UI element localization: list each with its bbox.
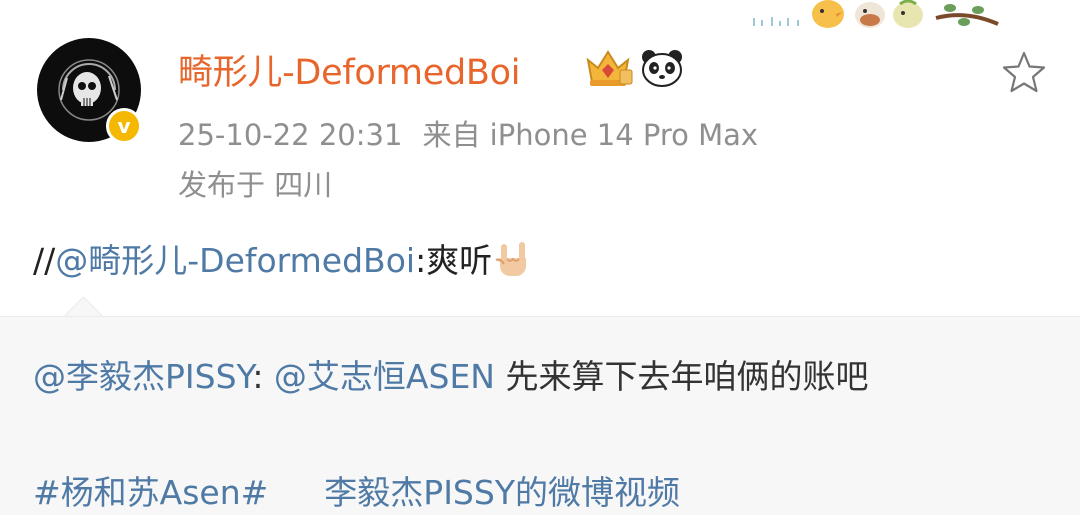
rock-hand-emoji-icon: [495, 242, 527, 276]
quoted-author-link[interactable]: @李毅杰PISSY: [33, 357, 252, 396]
post-timestamp: 25-10-22 20:31: [178, 118, 403, 152]
repost-text: //@畸形儿-DeformedBoi:爽听: [33, 234, 532, 282]
username[interactable]: 畸形儿-DeformedBoi: [178, 44, 520, 95]
favorite-star-icon[interactable]: [1000, 50, 1048, 94]
quoted-body: 先来算下去年咱俩的账吧: [494, 357, 869, 396]
panda-icon: [642, 50, 682, 87]
repost-comment: :爽听: [415, 241, 493, 280]
post-location: 发布于 四川: [178, 168, 333, 202]
quoted-target-mention-link[interactable]: @艾志恒ASEN: [274, 357, 495, 396]
post-source: 来自 iPhone 14 Pro Max: [422, 118, 759, 152]
crown-badge-icon[interactable]: [582, 46, 634, 90]
quoted-colon: :: [252, 357, 274, 396]
video-link[interactable]: 李毅杰PISSY的微博视频: [324, 473, 680, 512]
decorative-stickers: [753, 0, 999, 28]
quoted-post-links: #杨和苏Asen# 李毅杰PISSY的微博视频: [33, 466, 680, 514]
repost-prefix: //: [33, 241, 56, 280]
chick-sticker-1: [812, 0, 844, 28]
hashtag-link[interactable]: #杨和苏Asen#: [33, 473, 268, 512]
repost-mention-link[interactable]: @畸形儿-DeformedBoi: [55, 241, 415, 280]
quoted-post-text: @李毅杰PISSY: @艾志恒ASEN 先来算下去年咱俩的账吧: [33, 350, 868, 398]
chick-sticker-3: [893, 0, 923, 28]
post-meta: 25-10-22 20:31 来自 iPhone 14 Pro Max: [178, 112, 758, 154]
grass-decoration: [753, 17, 799, 26]
branch-decoration: [935, 4, 999, 26]
verified-badge-icon: v: [106, 108, 142, 144]
chick-sticker-2: [855, 2, 885, 28]
